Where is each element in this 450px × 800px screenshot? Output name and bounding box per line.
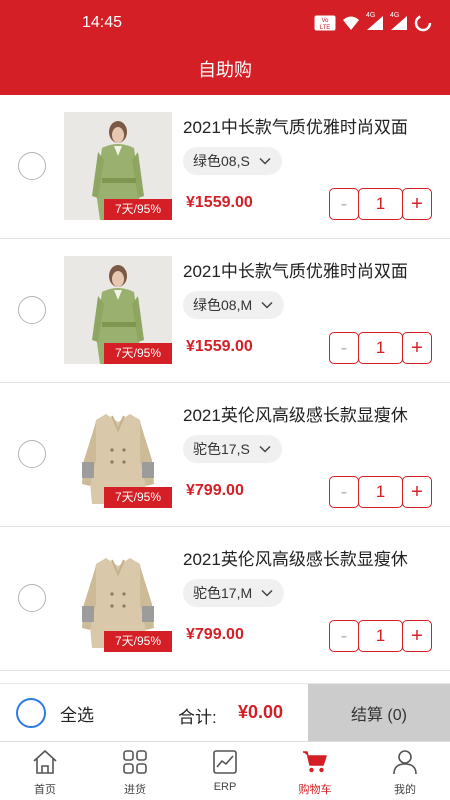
product-badge: 7天/95%	[104, 631, 172, 652]
status-icons: Vo LTE 4G 4G	[314, 12, 432, 32]
tab-label-erp: ERP	[213, 781, 237, 793]
tab-label-cart: 购物车	[298, 784, 332, 796]
decrease-button[interactable]: -	[329, 476, 359, 508]
chevron-down-icon	[259, 445, 271, 453]
product-title[interactable]: 2021英伦风高级感长款显瘦休	[183, 545, 433, 570]
increase-button[interactable]: +	[402, 332, 432, 364]
network-label-2: 4G	[390, 12, 400, 19]
chevron-down-icon	[261, 301, 273, 309]
spec-text: 驼色17,M	[193, 585, 253, 601]
tab-restock[interactable]: 进货	[90, 742, 180, 800]
quantity-stepper: -1 +	[329, 620, 434, 652]
increase-button[interactable]: +	[402, 620, 432, 652]
tab-label-mine: 我的	[394, 784, 416, 796]
product-badge: 7天/95%	[104, 343, 172, 364]
product-badge: 7天/95%	[104, 487, 172, 508]
spec-selector[interactable]: 绿色08,M	[183, 291, 285, 319]
tab-label-home: 首页	[34, 784, 56, 796]
tab-erp[interactable]: ERP	[180, 742, 270, 800]
quantity-value[interactable]: 1	[358, 332, 403, 364]
tab-home[interactable]: 首页	[0, 742, 90, 800]
increase-button[interactable]: +	[402, 476, 432, 508]
svg-text:LTE: LTE	[320, 25, 331, 31]
status-bar: 14:45 Vo LTE 4G 4G	[0, 0, 450, 50]
checkout-button[interactable]: 结算 (0)	[308, 684, 450, 742]
item-checkbox[interactable]	[18, 584, 46, 612]
quantity-stepper: -1 +	[329, 332, 434, 364]
product-price: ¥799.00	[186, 626, 244, 643]
spec-text: 绿色08,S	[193, 153, 250, 169]
product-price: ¥1559.00	[186, 338, 253, 355]
home-icon	[33, 750, 57, 774]
battery-ring-icon	[414, 14, 432, 32]
spec-selector[interactable]: 绿色08,S	[183, 147, 282, 175]
cart-item[interactable]: 7天/95% 2021中长款气质优雅时尚双面绿色08,M ¥1559.00 -1 +	[0, 239, 450, 383]
decrease-button[interactable]: -	[329, 188, 359, 220]
chart-icon	[213, 750, 237, 774]
tab-bar: 首页 进货 ERP 购物车 我的	[0, 741, 450, 800]
page-title: 自助购	[198, 60, 252, 81]
quantity-value[interactable]: 1	[358, 620, 403, 652]
product-badge: 7天/95%	[104, 199, 172, 220]
decrease-button[interactable]: -	[329, 620, 359, 652]
spec-selector[interactable]: 驼色17,M	[183, 579, 285, 607]
wifi-icon	[343, 16, 359, 30]
cart-item[interactable]: 7天/95% 2021中长款气质优雅时尚双面绿色08,S ¥1559.00 -1 +	[0, 95, 450, 239]
select-all[interactable]: 全选	[16, 698, 94, 728]
app-root: 14:45 Vo LTE 4G 4G 自助购 7天/95% 2021中长款气质优…	[0, 0, 450, 800]
spec-text: 驼色17,S	[193, 441, 250, 457]
chevron-down-icon	[261, 589, 273, 597]
product-title[interactable]: 2021中长款气质优雅时尚双面	[183, 113, 433, 138]
increase-button[interactable]: +	[402, 188, 432, 220]
svg-text:Vo: Vo	[321, 18, 329, 24]
network-label-1: 4G	[366, 12, 376, 19]
signal-icon-2: 4G	[390, 12, 408, 31]
quantity-stepper: -1 +	[329, 188, 434, 220]
spec-selector[interactable]: 驼色17,S	[183, 435, 282, 463]
tab-cart[interactable]: 购物车	[270, 742, 360, 800]
volte-icon: Vo LTE	[314, 15, 336, 31]
checkout-bar: 全选 合计: ¥0.00 结算 (0)	[0, 683, 450, 742]
item-checkbox[interactable]	[18, 296, 46, 324]
cart-item[interactable]: 7天/95% 2021英伦风高级感长款显瘦休驼色17,S ¥799.00 -1 +	[0, 383, 450, 527]
product-title[interactable]: 2021中长款气质优雅时尚双面	[183, 257, 433, 282]
quantity-stepper: -1 +	[329, 476, 434, 508]
product-image[interactable]: 7天/95%	[64, 112, 172, 220]
tab-label-restock: 进货	[124, 784, 146, 796]
chevron-down-icon	[259, 157, 271, 165]
item-checkbox[interactable]	[18, 440, 46, 468]
total-value: ¥0.00	[238, 702, 284, 722]
select-all-label: 全选	[60, 705, 94, 725]
decrease-button[interactable]: -	[329, 332, 359, 364]
select-all-checkbox[interactable]	[16, 698, 46, 728]
product-price: ¥1559.00	[186, 194, 253, 211]
cart-item[interactable]: 7天/95% 2021英伦风高级感长款显瘦休驼色17,M ¥799.00 -1 +	[0, 527, 450, 671]
total-label: 合计:	[178, 708, 217, 727]
tab-mine[interactable]: 我的	[360, 742, 450, 800]
product-image[interactable]: 7天/95%	[64, 400, 172, 508]
cart-icon	[303, 751, 327, 773]
grid-icon	[123, 750, 147, 774]
product-price: ¥799.00	[186, 482, 244, 499]
product-image[interactable]: 7天/95%	[64, 544, 172, 652]
cart-list: 7天/95% 2021中长款气质优雅时尚双面 绿色08,S ¥1559.00-1 +7天…	[0, 95, 450, 683]
spec-text: 绿色08,M	[193, 297, 253, 313]
person-icon	[393, 750, 417, 775]
signal-icon-1: 4G	[366, 12, 384, 31]
product-image[interactable]: 7天/95%	[64, 256, 172, 364]
quantity-value[interactable]: 1	[358, 188, 403, 220]
quantity-value[interactable]: 1	[358, 476, 403, 508]
item-checkbox[interactable]	[18, 152, 46, 180]
product-title[interactable]: 2021英伦风高级感长款显瘦休	[183, 401, 433, 426]
header: 14:45 Vo LTE 4G 4G 自助购	[0, 0, 450, 95]
status-time: 14:45	[82, 14, 123, 31]
